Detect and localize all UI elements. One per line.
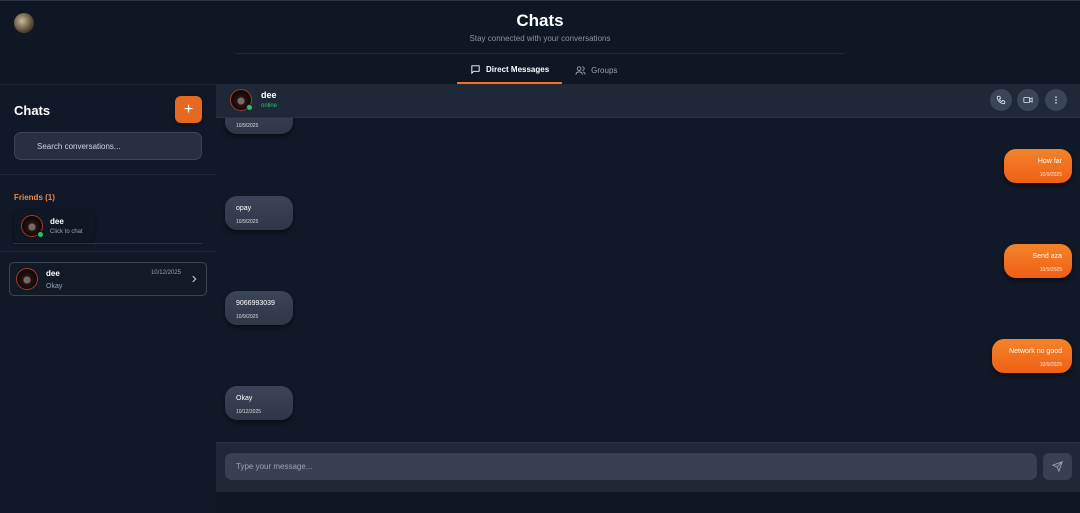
message-composer <box>216 442 1080 492</box>
message-time: 10/9/2025 <box>1039 172 1062 178</box>
tab-direct-messages[interactable]: Direct Messages <box>457 57 563 84</box>
chat-contact-name: dee <box>261 90 277 100</box>
page-subtitle: Stay connected with your conversations <box>469 34 611 43</box>
message-bubble-incoming: 9066993039 10/9/2025 <box>225 291 293 325</box>
sidebar: Chats + Friends (1) dee Click to chat de… <box>0 84 216 513</box>
message-bubble-outgoing: How far 10/9/2025 <box>1004 149 1072 183</box>
message-input[interactable] <box>225 453 1037 480</box>
divider <box>0 174 216 175</box>
tab-groups[interactable]: Groups <box>562 57 630 84</box>
message-bubble-incoming: Okay 10/12/2025 <box>225 386 293 420</box>
message-list[interactable]: 10/9/2025 How far 10/9/2025 opay 10/9/20… <box>216 118 1080 442</box>
message-time: 10/9/2025 <box>236 219 259 225</box>
avatar <box>16 268 38 290</box>
message-time: 10/9/2025 <box>236 314 259 320</box>
message-time: 10/9/2025 <box>236 123 259 129</box>
tab-bar: Direct Messages Groups <box>457 57 630 85</box>
send-icon <box>1052 461 1063 472</box>
message-text: opay <box>236 205 252 212</box>
message-text: 9066993039 <box>236 300 275 307</box>
message-time: 10/12/2025 <box>236 409 262 415</box>
divider <box>0 251 216 252</box>
more-vertical-icon <box>1055 96 1057 104</box>
message-time: 10/9/2025 <box>1039 362 1062 368</box>
top-header: Chats Stay connected with your conversat… <box>0 0 1080 84</box>
message-bubble-outgoing: Network no good 10/9/2025 <box>992 339 1072 373</box>
tab-label: Direct Messages <box>486 65 550 74</box>
chat-contact-status: online <box>261 103 278 109</box>
phone-icon <box>996 95 1006 105</box>
video-icon <box>1023 97 1033 103</box>
conversation-item[interactable]: dee Okay 10/12/2025 <box>9 262 207 296</box>
friend-item-dee[interactable]: dee Click to chat <box>14 210 94 242</box>
friend-name: dee <box>50 217 64 226</box>
sidebar-title: Chats <box>14 103 51 118</box>
send-button[interactable] <box>1043 453 1072 480</box>
message-text: Send aza <box>1032 253 1062 260</box>
conversation-date: 10/12/2025 <box>150 270 181 276</box>
header-divider <box>235 53 845 54</box>
message-text: Network no good <box>1009 348 1062 355</box>
chevron-right-icon <box>192 275 197 283</box>
divider <box>14 243 202 244</box>
message-icon <box>471 65 480 75</box>
message-text: Okay <box>236 395 253 402</box>
message-bubble-incoming: opay 10/9/2025 <box>225 196 293 230</box>
search-input[interactable] <box>14 132 202 160</box>
online-indicator <box>37 231 44 238</box>
new-chat-button[interactable]: + <box>175 96 202 123</box>
call-button[interactable] <box>990 89 1012 111</box>
video-call-button[interactable] <box>1017 89 1039 111</box>
online-indicator <box>246 104 253 111</box>
users-icon <box>575 66 586 75</box>
friends-label: Friends (1) <box>14 193 55 202</box>
message-text: How far <box>1037 158 1062 165</box>
chat-header: dee online <box>216 84 1080 118</box>
conversation-name: dee <box>46 269 60 278</box>
conversation-last-message: Okay <box>46 283 63 290</box>
message-bubble-incoming: 10/9/2025 <box>225 118 293 134</box>
more-options-button[interactable] <box>1045 89 1067 111</box>
tab-label: Groups <box>591 66 618 75</box>
page-title: Chats <box>516 11 564 30</box>
friend-subtitle: Click to chat <box>50 229 83 235</box>
message-time: 10/9/2025 <box>1039 267 1062 273</box>
message-bubble-outgoing: Send aza 10/9/2025 <box>1004 244 1072 278</box>
